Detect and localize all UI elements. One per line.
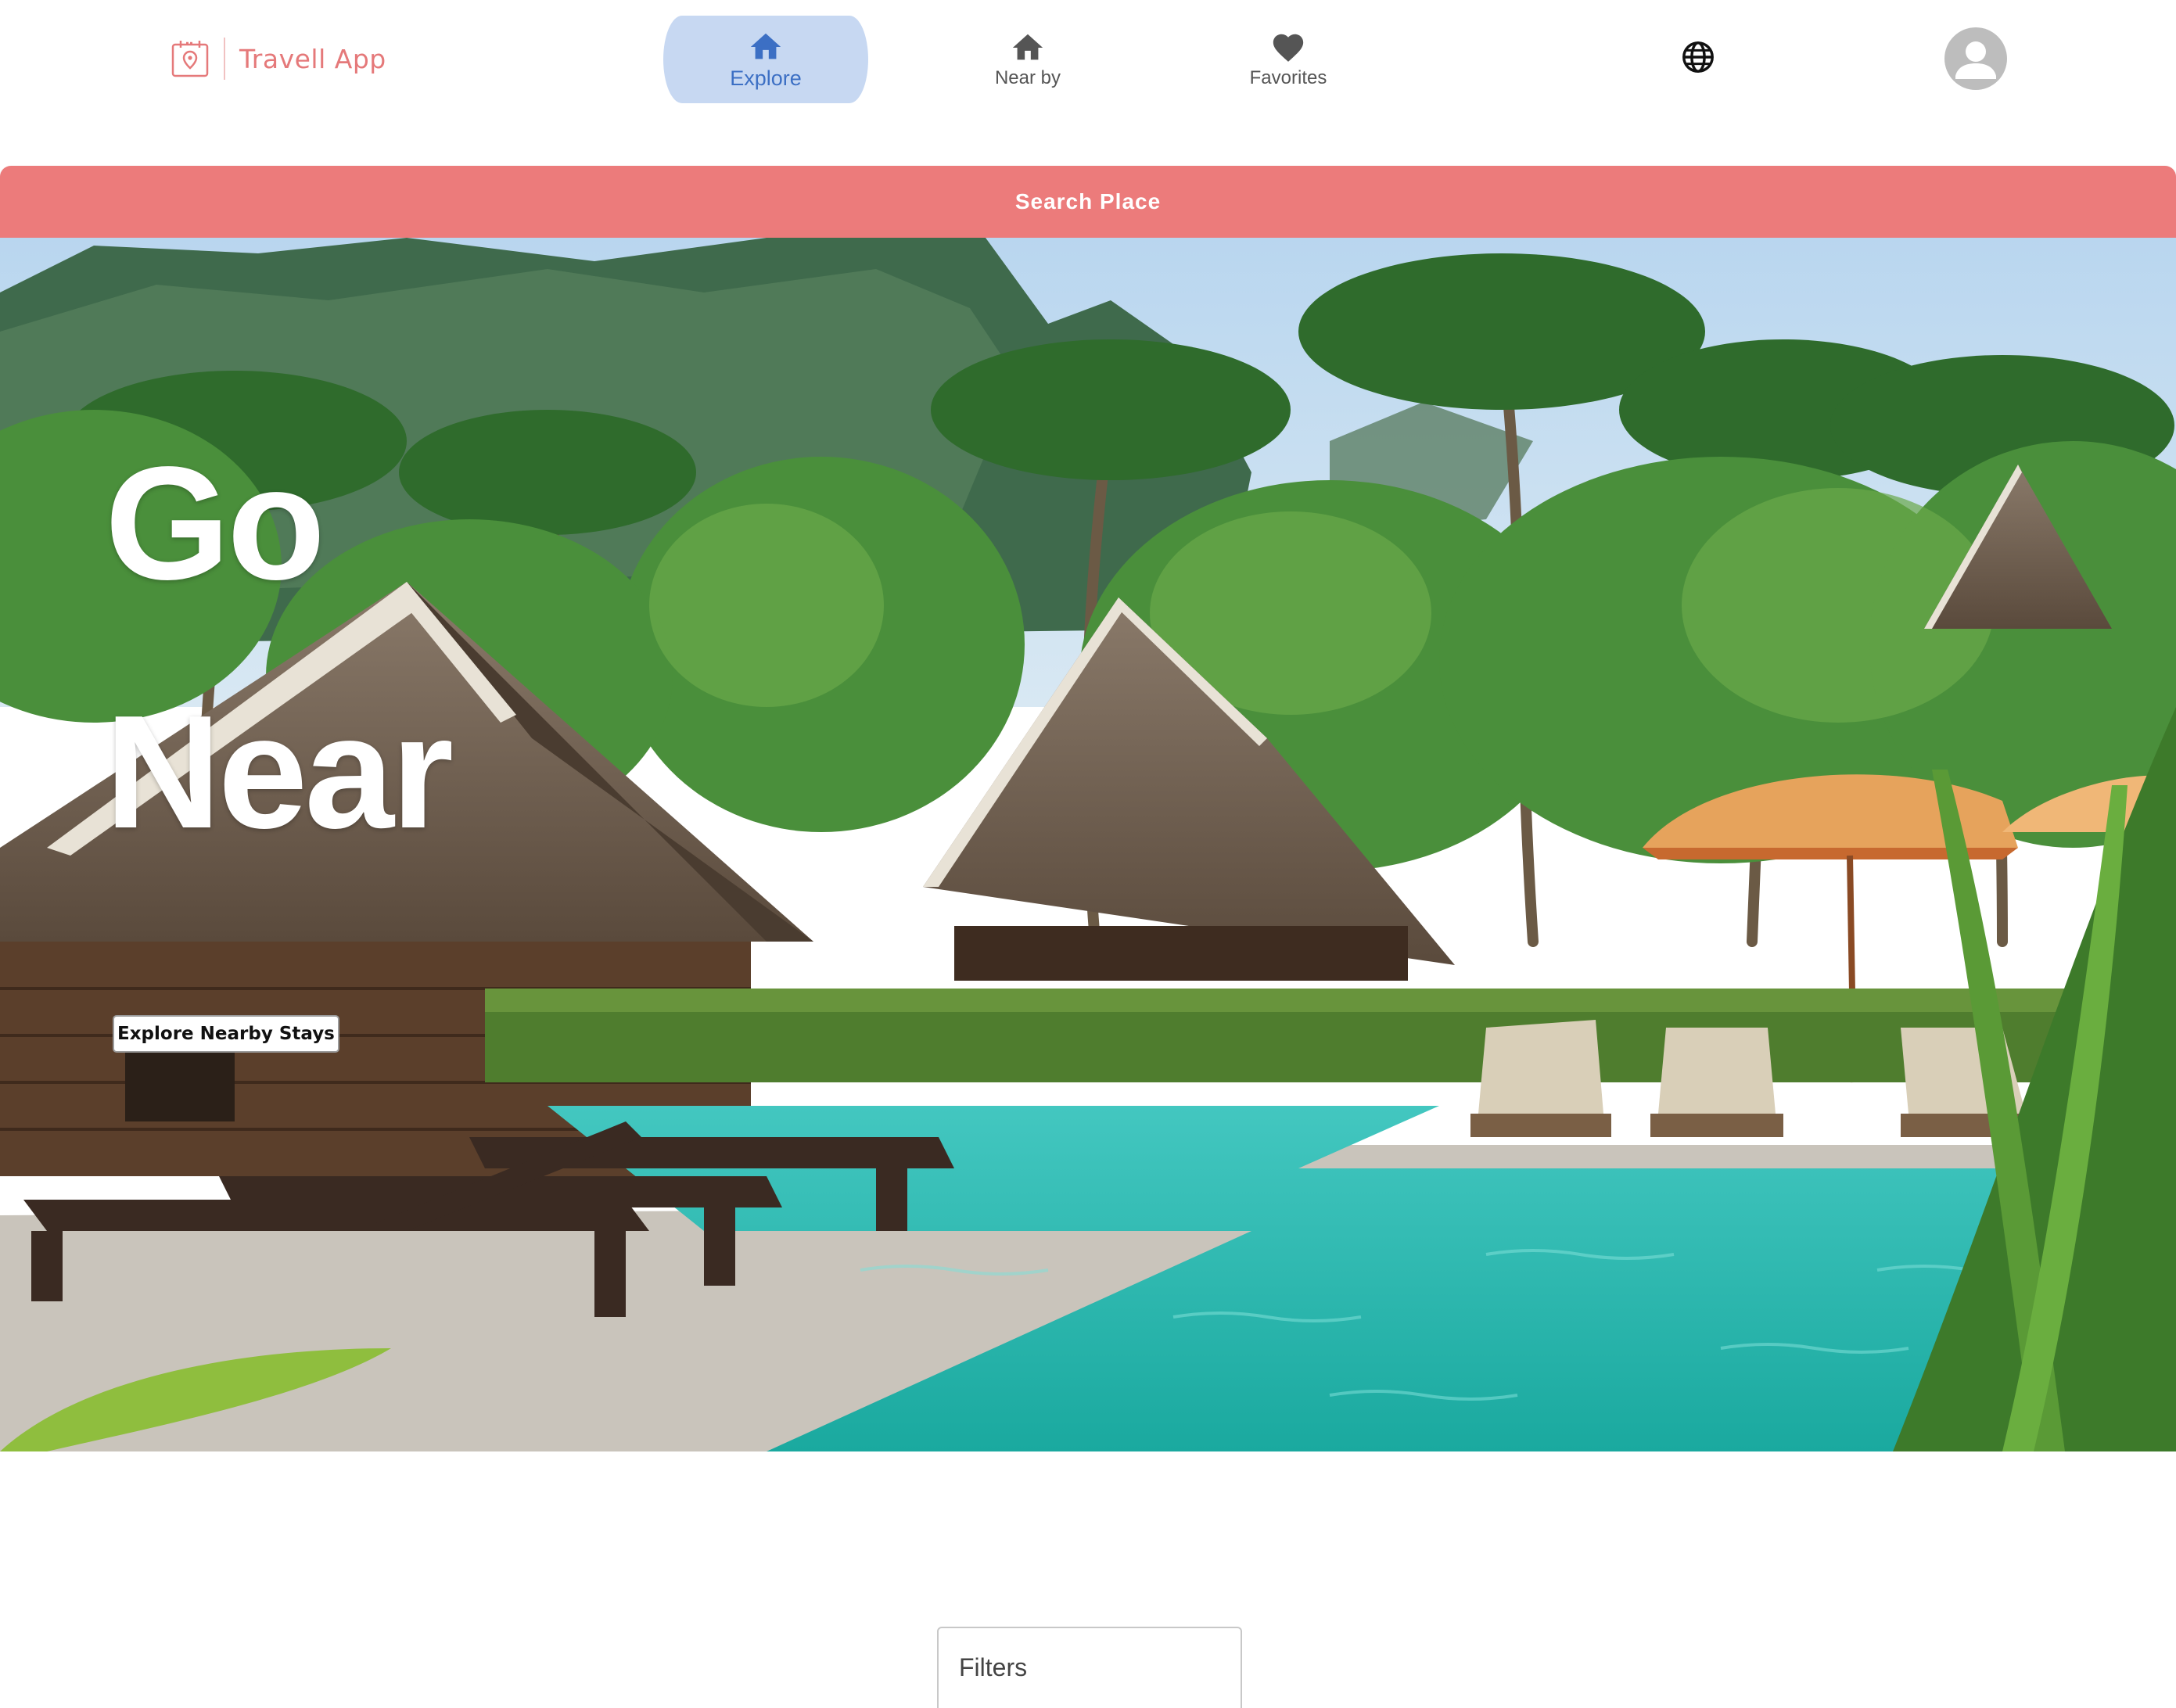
hero-title-line-2: Near — [105, 682, 454, 862]
account-circle-icon[interactable] — [1944, 27, 2007, 90]
brand[interactable]: Travell App — [171, 38, 386, 80]
tab-near-by[interactable]: Near by — [925, 16, 1130, 103]
heart-icon — [1273, 34, 1304, 62]
brand-divider — [224, 38, 225, 80]
filters-panel[interactable]: Filters — [937, 1627, 1242, 1708]
tab-near-by-label: Near by — [994, 67, 1061, 88]
search-place-button[interactable]: Search Place — [0, 166, 2176, 238]
filters-label: Filters — [959, 1653, 1028, 1681]
search-place-label: Search Place — [1014, 189, 1162, 214]
app-header: Travell App Explore Near by Favorites — [0, 0, 2176, 166]
hero-title-line-1: Go — [105, 433, 325, 613]
tab-explore-label: Explore — [730, 66, 802, 90]
explore-nearby-stays-button[interactable]: Explore Nearby Stays — [113, 1015, 339, 1053]
person-icon — [1955, 41, 1996, 79]
tab-explore[interactable]: Explore — [663, 16, 868, 103]
hero-banner: Go Near Explore Nearby Stays — [0, 238, 2176, 1451]
tab-favorites-label: Favorites — [1249, 67, 1327, 88]
globe-icon[interactable] — [1680, 39, 1716, 75]
home-icon — [750, 33, 781, 59]
calendar-location-icon — [171, 41, 209, 77]
brand-name: Travell App — [239, 43, 386, 74]
home-icon — [1012, 34, 1043, 60]
tab-favorites[interactable]: Favorites — [1186, 16, 1391, 103]
